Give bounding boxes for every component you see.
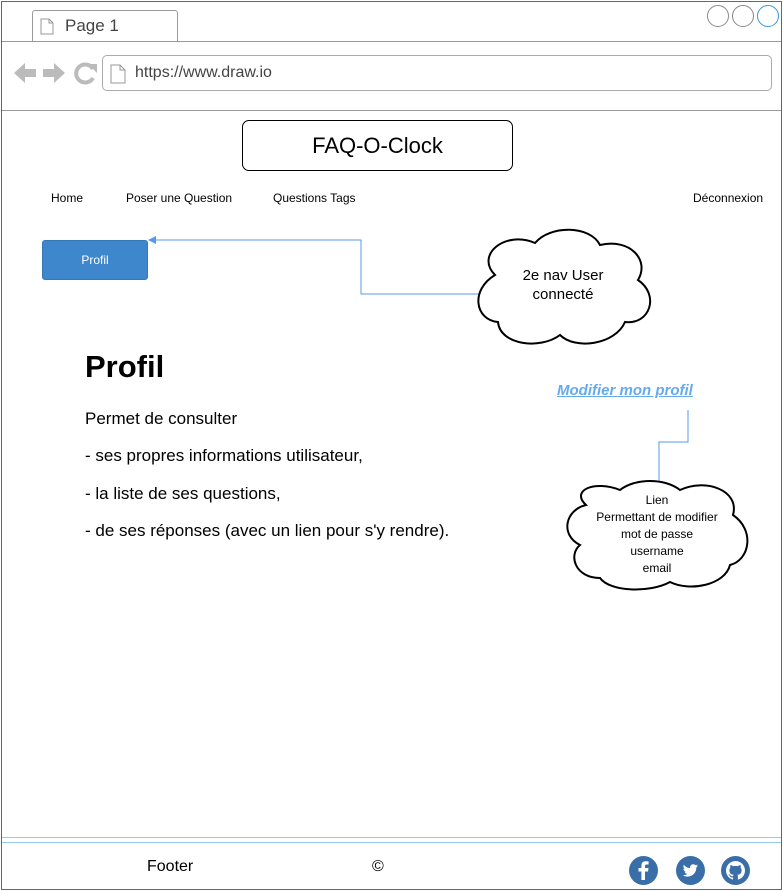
forward-arrow-icon[interactable] bbox=[41, 60, 67, 86]
back-arrow-icon[interactable] bbox=[12, 60, 38, 86]
tab-divider bbox=[2, 41, 781, 42]
footer-divider bbox=[2, 842, 781, 843]
nav-ask-question[interactable]: Poser une Question bbox=[126, 191, 232, 205]
description-item: - la liste de ses questions, bbox=[85, 484, 281, 503]
copyright-symbol: © bbox=[372, 858, 384, 875]
browser-tab[interactable]: Page 1 bbox=[32, 10, 178, 42]
page-icon bbox=[110, 64, 126, 84]
address-bar[interactable]: https://www.draw.io bbox=[102, 55, 772, 91]
refresh-icon[interactable] bbox=[72, 60, 98, 86]
maximize-button[interactable] bbox=[732, 5, 754, 27]
page-icon bbox=[40, 18, 54, 35]
nav-question-tags[interactable]: Questions Tags bbox=[273, 191, 356, 205]
description-item: - de ses réponses (avec un lien pour s'y… bbox=[85, 521, 450, 540]
close-button[interactable] bbox=[757, 5, 779, 27]
page-title: Profil bbox=[85, 349, 165, 384]
github-icon[interactable] bbox=[721, 856, 750, 885]
edit-profile-link[interactable]: Modifier mon profil bbox=[557, 382, 693, 399]
url-text: https://www.draw.io bbox=[135, 64, 272, 81]
chrome-divider bbox=[2, 110, 781, 111]
tab-label: Page 1 bbox=[65, 16, 119, 35]
minimize-button[interactable] bbox=[707, 5, 729, 27]
profile-button[interactable]: Profil bbox=[42, 240, 148, 280]
description-intro: Permet de consulter bbox=[85, 409, 238, 428]
nav-logout[interactable]: Déconnexion bbox=[693, 191, 763, 205]
footer-divider bbox=[2, 837, 781, 838]
annotation-cloud-nav-text: 2e nav User connecté bbox=[522, 267, 604, 303]
description-item: - ses propres informations utilisateur, bbox=[85, 446, 363, 465]
annotation-cloud-link-text: Lien Permettant de modifier mot de passe… bbox=[596, 493, 718, 575]
facebook-icon[interactable] bbox=[629, 856, 658, 885]
footer-label: Footer bbox=[147, 858, 194, 875]
twitter-icon[interactable] bbox=[676, 856, 705, 885]
window-controls bbox=[707, 5, 779, 27]
site-brand[interactable]: FAQ-O-Clock bbox=[242, 120, 513, 171]
nav-home[interactable]: Home bbox=[51, 191, 83, 205]
